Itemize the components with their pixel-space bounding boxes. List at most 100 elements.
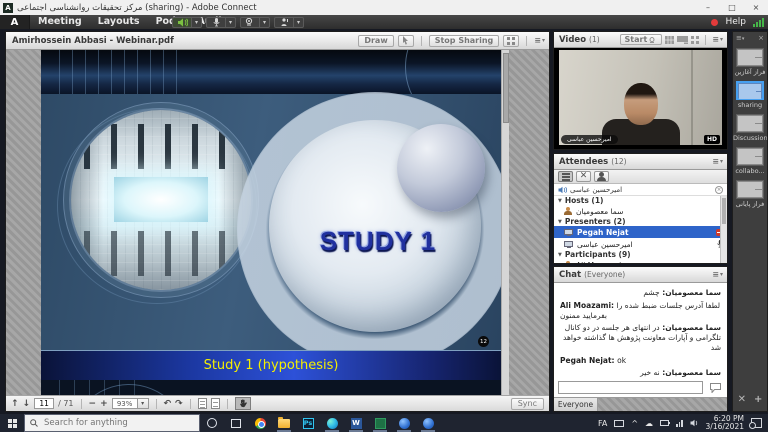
pointer-button[interactable] — [398, 35, 414, 47]
layouts-menu-icon[interactable]: ≡▾ — [736, 34, 744, 42]
chat-send-icon[interactable] — [707, 381, 723, 394]
menu-help[interactable]: Help — [725, 17, 746, 27]
layout-item-collaboration[interactable]: collabo... — [733, 147, 767, 175]
chrome-icon[interactable] — [248, 414, 272, 432]
page-down-button[interactable]: ↓ — [23, 399, 31, 409]
slide-caption: Study 1 (hypothesis) — [204, 358, 339, 373]
start-webcam-button[interactable]: Start — [620, 34, 663, 45]
layout-item-discussion[interactable]: Discussion — [733, 114, 767, 142]
draw-button[interactable]: Draw — [358, 35, 393, 47]
network-icon[interactable] — [676, 419, 683, 427]
sync-button[interactable]: Sync — [511, 398, 544, 410]
share-pod-menu-icon[interactable]: ≡▾ — [534, 36, 545, 45]
status-button[interactable]: ▾ — [274, 17, 304, 28]
windows-logo-icon — [8, 419, 17, 428]
filmstrip-view-icon[interactable] — [677, 36, 688, 44]
attendee-row-host[interactable]: سما معصومیان — [554, 205, 727, 217]
chat-input[interactable] — [558, 381, 703, 394]
menu-layouts[interactable]: Layouts — [90, 15, 148, 29]
speaker-dropdown[interactable]: ▾ — [192, 17, 202, 28]
menu-meeting[interactable]: Meeting — [30, 15, 90, 29]
layout-item-1[interactable]: فراز آغازین — [733, 48, 767, 76]
webcam-button[interactable]: ▾ — [240, 17, 270, 28]
blue-app-icon[interactable] — [416, 414, 440, 432]
attendee-list-view-button[interactable] — [558, 171, 573, 182]
layout-item-5[interactable]: فراز پایانی — [733, 180, 767, 208]
chat-tab-everyone[interactable]: Everyone — [554, 398, 598, 411]
taskbar-search[interactable] — [24, 414, 200, 432]
close-button[interactable]: × — [744, 0, 768, 15]
connection-signal-icon[interactable] — [753, 18, 764, 27]
webcam-dropdown[interactable]: ▾ — [260, 17, 270, 28]
group-presenters[interactable]: ▼ Presenters (2) — [554, 217, 727, 226]
zoom-select[interactable]: 93% ▾ — [112, 398, 149, 409]
webcam-video: امیرحسین عباسی HD — [554, 48, 727, 149]
video-pod: Video (1) Start ≡▾ — [553, 31, 728, 150]
connect-app-icon[interactable] — [392, 414, 416, 432]
start-button[interactable] — [0, 414, 24, 432]
task-view-icon[interactable] — [224, 414, 248, 432]
zoom-dropdown-icon[interactable]: ▾ — [138, 398, 149, 409]
file-explorer-icon[interactable] — [272, 414, 296, 432]
share-pod-title: Amirhossein Abbasi - Webinar.pdf — [12, 36, 174, 46]
search-input[interactable] — [42, 417, 182, 429]
page-up-button[interactable]: ↑ — [11, 399, 19, 409]
add-layout-icon[interactable]: + — [754, 394, 762, 405]
stop-sharing-button[interactable]: Stop Sharing — [429, 35, 500, 47]
slide-bottom-band — [41, 380, 501, 395]
video-fullscreen-icon[interactable] — [691, 36, 699, 44]
action-center-icon[interactable] — [751, 418, 762, 428]
attendee-row[interactable]: Ali Moazami — [554, 259, 727, 263]
page-number-input[interactable] — [34, 398, 54, 409]
system-tray: FA ^ ☁ 6:20 PM 3/16/2021 — [598, 415, 768, 432]
microphone-button[interactable]: ▾ — [206, 17, 236, 28]
edge-icon[interactable] — [320, 414, 344, 432]
photoshop-icon[interactable]: Ps — [296, 414, 320, 432]
layout-item-sharing[interactable]: sharing — [733, 81, 767, 109]
minimize-button[interactable]: – — [696, 0, 720, 15]
status-dropdown[interactable]: ▾ — [294, 17, 304, 28]
attendees-scrollbar[interactable] — [720, 196, 727, 263]
chat-pod-menu-icon[interactable]: ≡▾ — [708, 270, 727, 279]
fit-page-button[interactable] — [198, 398, 207, 409]
fit-width-button[interactable] — [211, 398, 220, 409]
attendee-status-view-button[interactable] — [594, 171, 609, 182]
keyboard-icon[interactable] — [614, 420, 624, 427]
zoom-out-button[interactable]: − — [89, 399, 97, 409]
taskbar-clock[interactable]: 6:20 PM 3/16/2021 — [706, 415, 744, 432]
tray-expand-icon[interactable]: ^ — [631, 419, 638, 428]
zoom-in-button[interactable]: + — [100, 399, 108, 409]
group-participants[interactable]: ▼ Participants (9) — [554, 250, 727, 259]
cortana-icon[interactable] — [200, 414, 224, 432]
breakout-view-button[interactable]: ✕ — [576, 171, 591, 182]
attendee-row[interactable]: امیرحسین عباسی — [554, 238, 727, 250]
layout-thumbnail — [736, 147, 764, 166]
dismiss-speaker-icon[interactable]: × — [715, 186, 723, 194]
fullscreen-button[interactable] — [503, 35, 519, 47]
volume-icon[interactable] — [690, 419, 699, 427]
pan-tool-button[interactable] — [235, 397, 251, 410]
zoom-value: 93% — [112, 398, 138, 409]
grid-view-icon[interactable] — [665, 36, 674, 44]
search-icon — [30, 419, 38, 427]
attendees-pod-menu-icon[interactable]: ≡▾ — [708, 157, 727, 166]
rotate-left-button[interactable]: ↶ — [164, 399, 172, 409]
language-indicator[interactable]: FA — [598, 419, 607, 428]
layouts-close-icon[interactable]: × — [758, 34, 764, 42]
pdf-scrollbar[interactable] — [501, 50, 509, 395]
group-hosts[interactable]: ▼ Hosts (1) — [554, 196, 727, 205]
word-icon[interactable]: W — [344, 414, 368, 432]
battery-icon[interactable] — [660, 420, 669, 426]
microphone-dropdown[interactable]: ▾ — [226, 17, 236, 28]
video-pod-menu-icon[interactable]: ≡▾ — [712, 35, 723, 44]
chat-message: Ali Moazamiلطفا آدرس جلسات ضبط شده را بف… — [560, 301, 721, 321]
maximize-button[interactable]: □ — [720, 0, 744, 15]
raise-hand-icon — [274, 17, 294, 28]
green-app-icon[interactable] — [368, 414, 392, 432]
layouts-panel-close-icon[interactable]: ✕ — [738, 394, 746, 405]
onedrive-cloud-icon[interactable]: ☁ — [645, 419, 653, 428]
speaker-button[interactable]: ▾ — [172, 17, 202, 28]
screen-share-icon — [564, 229, 573, 235]
attendee-row-selected[interactable]: Pegah Nejat — [554, 226, 727, 238]
rotate-right-button[interactable]: ↷ — [175, 399, 183, 409]
